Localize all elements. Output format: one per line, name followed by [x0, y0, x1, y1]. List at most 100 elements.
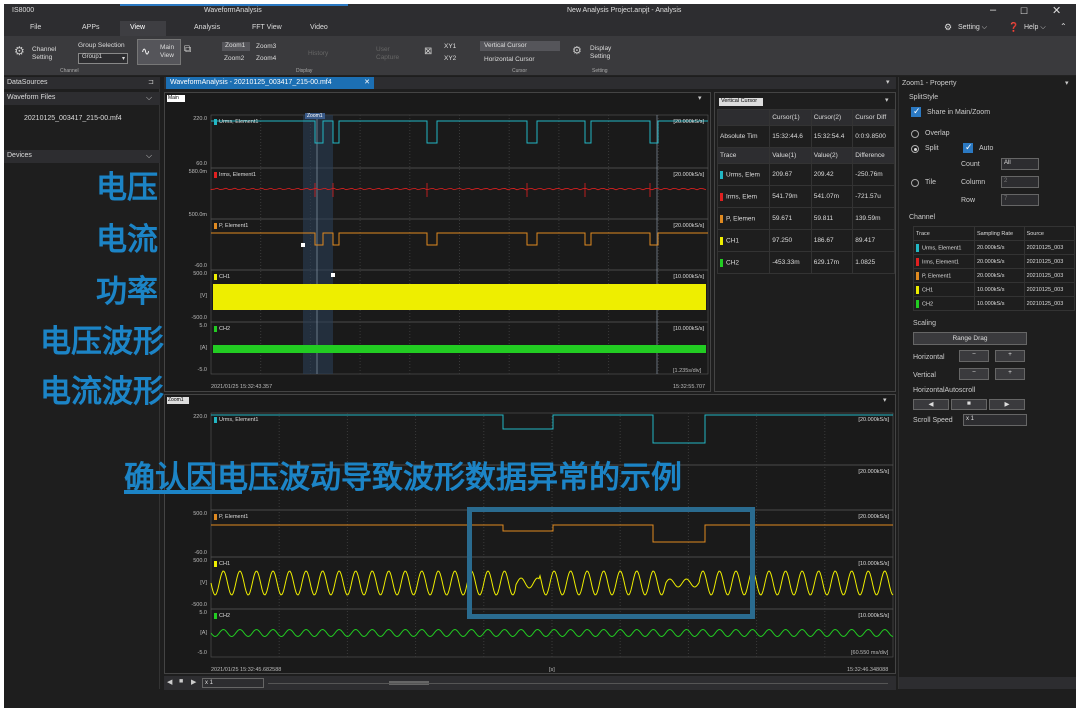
column-select[interactable]: 2 — [1001, 176, 1039, 188]
row-select[interactable]: 7 — [1001, 194, 1039, 206]
vertical-minus-button[interactable]: − — [959, 368, 989, 380]
overlay-voltage-wave: 电压波形 — [40, 324, 164, 360]
tab-view[interactable]: View — [120, 21, 166, 36]
share-label: Share in Main/Zoom — [927, 109, 991, 116]
close-icon[interactable]: ✕ — [1052, 4, 1061, 17]
trace-swatch — [720, 214, 723, 223]
cursor-row[interactable]: CH2 -453.33m 629.17m 1.0825 — [716, 251, 895, 274]
waveform-file-item[interactable]: 20210125_003417_215-00.mf4 — [24, 115, 122, 122]
channel-row[interactable]: CH1 10.000kS/s 20210125_003 — [913, 282, 1076, 297]
speed-select[interactable]: x 1 — [202, 678, 264, 688]
absolute-time-2: 15:32:54.4 — [810, 125, 854, 148]
channel-trace-name: CH2 — [922, 300, 934, 307]
zoom1-button[interactable]: Zoom1 — [222, 42, 250, 51]
document-tab-label: WaveformAnalysis - 20210125_003417_215-0… — [170, 79, 332, 86]
tile-radio[interactable] — [911, 179, 919, 187]
cursor-row[interactable]: Irms, Elem 541.79m 541.07m -721.57u — [716, 185, 895, 208]
chevron-down-icon[interactable]: ⌵ — [146, 151, 152, 161]
main-waveform-plot[interactable] — [165, 93, 712, 393]
maximize-icon[interactable]: ☐ — [1020, 6, 1028, 17]
group-select[interactable]: Group1 ▾ — [78, 53, 128, 64]
channel-row[interactable]: P, Element1 20.000kS/s 20210125_003 — [913, 268, 1076, 283]
channel-source: 20210125_003 — [1023, 296, 1076, 311]
prev-icon[interactable]: ◀ — [167, 678, 172, 686]
xy1-button[interactable]: XY1 — [444, 43, 456, 51]
collapse-ribbon-icon[interactable]: ⌃ — [1060, 22, 1067, 31]
zoom3-button[interactable]: Zoom3 — [256, 43, 276, 51]
split-radio[interactable] — [911, 145, 919, 153]
scroll-speed-select[interactable]: x 1 — [963, 414, 1027, 426]
history-button[interactable]: History — [308, 50, 328, 58]
zoom-axis-top: 500.0 — [193, 511, 207, 517]
zoom-trace-name: Urms, Element1 — [214, 417, 258, 423]
main-axis-bottom: 60.0 — [196, 161, 207, 167]
scroll-right-button[interactable]: ▶ — [989, 399, 1025, 410]
channel-trace: P, Element1 — [913, 268, 975, 283]
channel-setting-button[interactable]: Channel Setting — [32, 46, 62, 62]
document-tab[interactable]: WaveformAnalysis - 20210125_003417_215-0… — [166, 77, 374, 89]
main-axis-bottom: 500.0m — [188, 212, 207, 218]
overlap-radio[interactable] — [911, 130, 919, 138]
chevron-down-icon[interactable]: ▾ — [885, 96, 889, 104]
help-icon[interactable]: ❓ — [1008, 22, 1019, 33]
share-checkbox[interactable]: ✓ — [911, 106, 921, 117]
zoom-axis-top: 220.0 — [193, 414, 207, 420]
cursor-row[interactable]: P, Elemen 59.671 59.811 139.59m — [716, 207, 895, 230]
channel-row[interactable]: Urms, Element1 20.000kS/s 20210125_003 — [913, 240, 1076, 255]
count-select[interactable]: All — [1001, 158, 1039, 170]
user-capture-button[interactable]: User Capture — [376, 46, 406, 62]
channel-rate: 20.000kS/s — [973, 254, 1025, 269]
channel-row[interactable]: Irms, Element1 20.000kS/s 20210125_003 — [913, 254, 1076, 269]
help-menu[interactable]: Help ⌵ — [1024, 24, 1046, 32]
cursor-trace-name: CH1 — [726, 237, 740, 245]
waveform-files-header[interactable]: Waveform Files — [4, 92, 160, 105]
stop-icon[interactable]: ■ — [179, 678, 183, 685]
display-setting-button[interactable]: Display Setting — [590, 45, 620, 61]
zoom-trace-name: CH1 — [214, 561, 230, 567]
pin-icon[interactable]: ⊐ — [148, 78, 154, 86]
scroll-left-button[interactable]: ◀ — [913, 399, 949, 410]
main-trace-rate: [20.000kS/s] — [673, 119, 704, 125]
vertical-plus-button[interactable]: + — [995, 368, 1025, 380]
cursor-diff: 139.59m — [852, 207, 895, 230]
tab-fft-view[interactable]: FFT View — [252, 24, 282, 31]
horizontal-minus-button[interactable]: − — [959, 350, 989, 362]
channel-trace-name: Irms, Element1 — [922, 258, 959, 265]
vertical-cursor-button[interactable]: Vertical Cursor — [480, 41, 560, 51]
horizontal-cursor-button[interactable]: Horizontal Cursor — [484, 56, 535, 64]
zoom2-button[interactable]: Zoom2 — [224, 55, 244, 63]
zoom4-button[interactable]: Zoom4 — [256, 55, 276, 63]
auto-checkbox[interactable]: ✓ — [963, 142, 973, 153]
xy2-button[interactable]: XY2 — [444, 55, 456, 63]
absolute-time-label: Absolute Tim — [716, 125, 771, 148]
chevron-down-icon[interactable]: ⌵ — [146, 93, 152, 103]
tab-file[interactable]: File — [30, 24, 41, 31]
main-view-button[interactable]: ∿ Main View — [137, 39, 181, 65]
range-drag-button[interactable]: Range Drag — [913, 332, 1027, 345]
chevron-down-icon[interactable]: ▾ — [1065, 79, 1069, 87]
trace-swatch — [720, 236, 723, 245]
tab-analysis[interactable]: Analysis — [194, 24, 220, 31]
zoom-axis-bottom: -5.0 — [197, 650, 207, 656]
next-icon[interactable]: ▶ — [191, 678, 196, 686]
channel-row[interactable]: CH2 10.000kS/s 20210125_003 — [913, 296, 1076, 311]
horizontal-plus-button[interactable]: + — [995, 350, 1025, 362]
zoom-axis-top: 5.0 — [199, 610, 207, 616]
cursor-row[interactable]: CH1 97.250 186.67 89.417 — [716, 229, 895, 252]
tab-video[interactable]: Video — [310, 24, 328, 31]
close-icon[interactable]: ✕ — [364, 78, 370, 86]
cursor-row[interactable]: Urms, Elem 209.67 209.42 -250.76m — [716, 163, 895, 186]
gear-icon[interactable]: ⚙ — [944, 22, 952, 33]
scroll-track[interactable] — [268, 683, 888, 684]
zoom1-marker[interactable]: Zoom1 — [305, 113, 325, 119]
difference-header: Difference — [852, 147, 895, 164]
setting-menu[interactable]: Setting ⌵ — [958, 24, 987, 32]
tab-apps[interactable]: APPs — [82, 24, 100, 31]
main-trace-name: CH1 — [214, 274, 230, 280]
scroll-stop-button[interactable]: ■ — [951, 399, 987, 410]
minimize-icon[interactable]: – — [990, 4, 996, 16]
cursor-trace-name: Urms, Elem — [726, 171, 760, 179]
property-scrollbar[interactable] — [899, 677, 1076, 689]
cursor-value2: 186.67 — [810, 229, 854, 252]
chevron-down-icon[interactable]: ▾ — [886, 78, 890, 86]
